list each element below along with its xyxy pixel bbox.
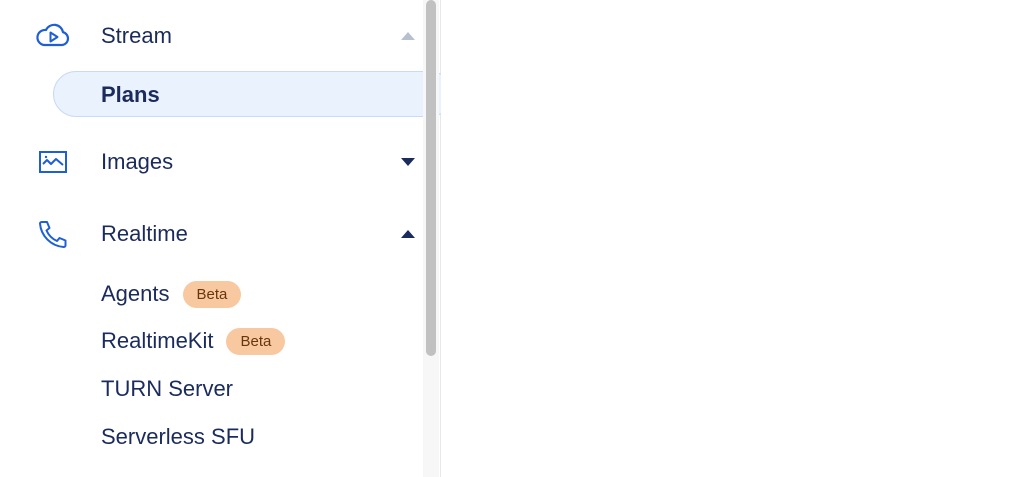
sidebar-subitem-turn-server[interactable]: TURN Server: [101, 372, 233, 406]
beta-badge: Beta: [226, 327, 286, 355]
sidebar-item-realtime[interactable]: Realtime: [0, 212, 423, 256]
chevron-up-icon[interactable]: [400, 228, 416, 240]
sidebar-subitem-label: Serverless SFU: [101, 424, 256, 449]
scrollbar-thumb[interactable]: [426, 0, 436, 356]
sidebar-subitem-plans[interactable]: Plans: [53, 71, 453, 117]
sidebar-subitem-label: Agents: [101, 281, 170, 306]
sidebar-subitem-serverless-sfu[interactable]: Serverless SFU: [101, 420, 255, 454]
sidebar-item-label: Realtime: [101, 221, 188, 246]
sidebar: Stream Plans Images Realtime Agents Beta…: [0, 0, 453, 477]
sidebar-subitem-agents[interactable]: Agents Beta: [101, 277, 242, 311]
main-content: [441, 0, 1024, 477]
chevron-up-icon[interactable]: [400, 30, 416, 42]
sidebar-item-stream[interactable]: Stream: [0, 14, 423, 58]
beta-badge: Beta: [182, 280, 242, 308]
image-icon: [34, 147, 72, 177]
chevron-down-icon[interactable]: [400, 156, 416, 168]
sidebar-subitem-realtimekit[interactable]: RealtimeKit Beta: [101, 324, 286, 358]
sidebar-subitem-label: TURN Server: [101, 376, 234, 401]
sidebar-item-label: Images: [101, 149, 174, 174]
sidebar-item-label: Stream: [101, 23, 172, 48]
sidebar-subitem-label: Plans: [101, 82, 160, 107]
phone-icon: [34, 219, 72, 249]
sidebar-subitem-label: RealtimeKit: [101, 328, 214, 353]
cloud-play-icon: [34, 21, 72, 51]
sidebar-item-images[interactable]: Images: [0, 140, 423, 184]
